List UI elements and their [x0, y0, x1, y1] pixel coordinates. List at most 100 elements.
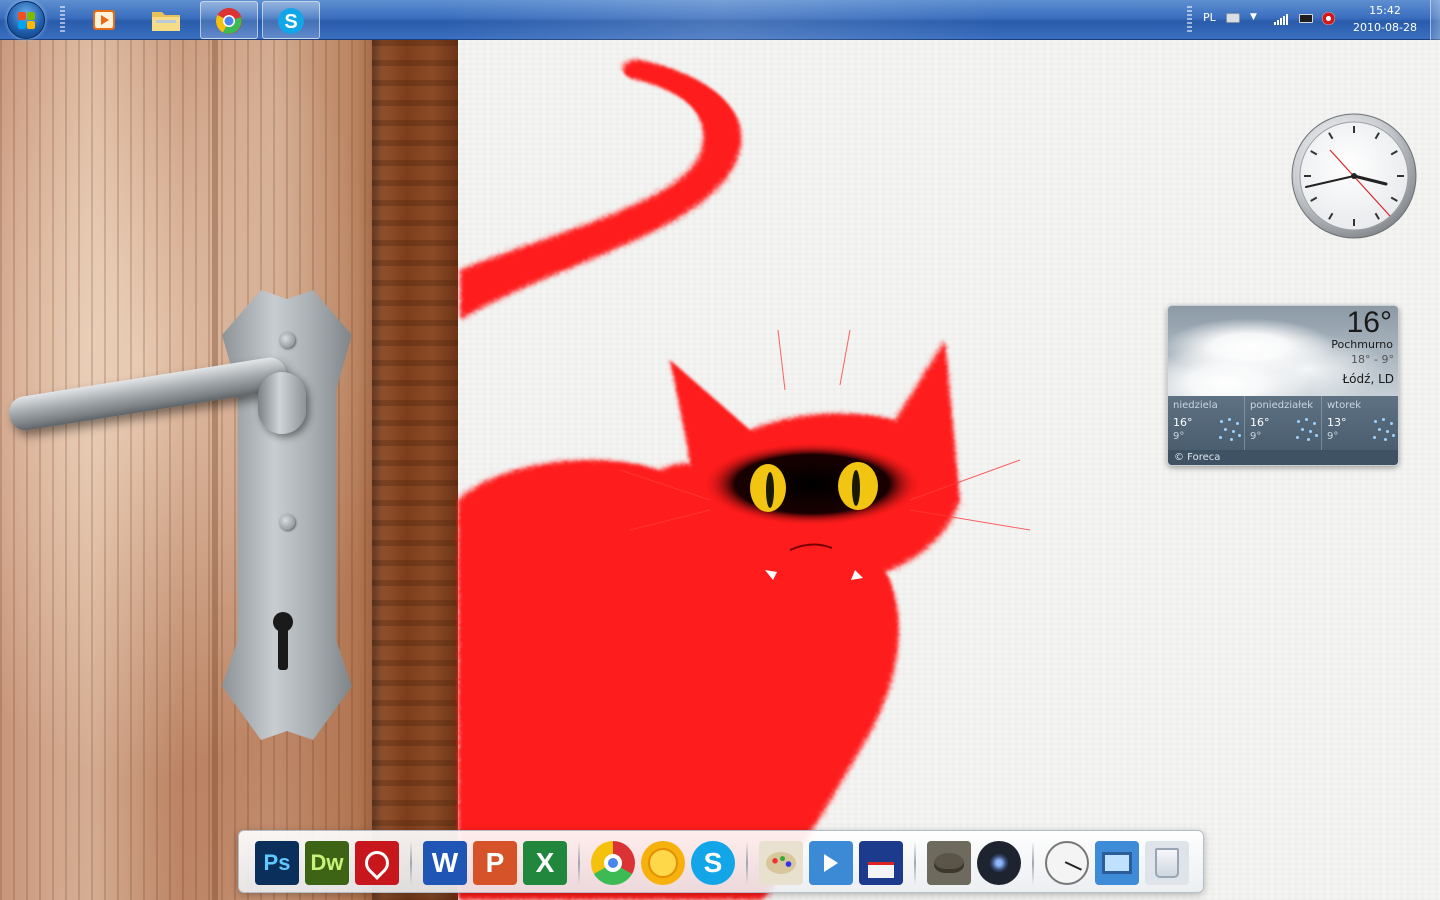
dock-item[interactable]: X	[521, 839, 569, 887]
forecast-low: 9°	[1250, 431, 1262, 442]
taskbar: S PL ▼ 15:42 2010-08-28	[0, 0, 1440, 40]
dock-item-label: S	[703, 847, 723, 878]
paint-palette-icon	[759, 841, 803, 885]
dock-item[interactable]	[757, 839, 805, 887]
folder-icon	[152, 12, 180, 31]
computer-icon	[1095, 841, 1139, 885]
dock-item[interactable]: W	[421, 839, 469, 887]
language-indicator[interactable]: PL	[1203, 11, 1216, 24]
current-temperature: 16°	[1346, 306, 1392, 339]
gimp-icon	[927, 841, 971, 885]
start-button[interactable]	[7, 1, 45, 39]
media-player-icon	[809, 841, 853, 885]
dock-separator	[746, 841, 748, 885]
clock-icon	[1045, 841, 1089, 885]
lock-screw	[279, 514, 295, 530]
forecast-high: 16°	[1173, 416, 1193, 429]
taskbar-app-media-player[interactable]	[76, 1, 132, 39]
dock-item[interactable]	[857, 839, 905, 887]
windows-logo-icon	[27, 12, 35, 20]
forecast-day-name: niedziela	[1173, 400, 1218, 411]
weather-footer: © Foreca	[1168, 450, 1398, 465]
temperature-range: 18° - 9°	[1351, 353, 1394, 366]
chrome-icon	[216, 8, 242, 34]
windows-logo-icon	[27, 21, 35, 29]
windows-logo-icon	[18, 12, 26, 20]
app-dock: Ps Dw W P X S	[238, 830, 1204, 893]
dock-item[interactable]	[1043, 839, 1091, 887]
recycle-bin-icon	[1145, 841, 1189, 885]
dock-item[interactable]	[1143, 839, 1191, 887]
forecast-low: 9°	[1327, 431, 1339, 442]
windows-logo-icon	[18, 21, 26, 29]
dreamweaver-icon: Dw	[305, 841, 349, 885]
door-plank-gap	[212, 0, 218, 900]
dock-item[interactable]: S	[689, 839, 737, 887]
dock-item-label: X	[535, 847, 555, 878]
dock-item[interactable]: Ps	[253, 839, 301, 887]
svg-text:S: S	[284, 11, 297, 33]
tray-grip[interactable]	[1187, 6, 1192, 34]
taskbar-clock-date[interactable]: 2010-08-28	[1350, 21, 1420, 34]
dock-item[interactable]	[639, 839, 687, 887]
dock-item-label: P	[485, 847, 505, 878]
dock-item[interactable]: Dw	[303, 839, 351, 887]
forecast-high: 16°	[1250, 416, 1270, 429]
forecast-high: 13°	[1327, 416, 1347, 429]
door-handle-base	[258, 372, 306, 434]
weather-location[interactable]: Łódź, LD	[1342, 372, 1394, 386]
network-signal-icon[interactable]	[1274, 13, 1290, 25]
word-icon: W	[423, 841, 467, 885]
dock-item[interactable]: P	[471, 839, 519, 887]
rain-icon	[1216, 416, 1242, 442]
acrobat-icon	[355, 841, 399, 885]
show-desktop-button[interactable]	[1430, 0, 1440, 40]
skype-icon: S	[691, 841, 735, 885]
red-cat-illustration	[458, 59, 1031, 900]
forecast-day-name: wtorek	[1327, 400, 1362, 411]
taskbar-app-skype[interactable]: S	[262, 1, 320, 39]
weather-gadget[interactable]: 16° Pochmurno 18° - 9° Łódź, LD niedziel…	[1167, 305, 1399, 466]
weather-provider-link[interactable]: © Foreca	[1174, 452, 1220, 463]
battery-icon[interactable]	[1299, 14, 1313, 23]
rain-icon	[1293, 416, 1319, 442]
taskbar-app-explorer[interactable]	[138, 1, 194, 39]
dock-separator	[578, 841, 580, 885]
chrome-icon	[591, 841, 635, 885]
weather-condition: Pochmurno	[1331, 338, 1393, 351]
dock-item-label: W	[431, 847, 459, 878]
dock-item[interactable]	[807, 839, 855, 887]
toolbar-grip[interactable]	[60, 6, 65, 34]
taskbar-clock-time[interactable]: 15:42	[1350, 4, 1420, 17]
media-player-icon	[93, 10, 115, 30]
dock-item[interactable]	[1093, 839, 1141, 887]
keyboard-icon[interactable]	[1226, 13, 1240, 23]
dock-separator	[410, 841, 412, 885]
forecast-day: poniedziałek 16° 9°	[1245, 396, 1322, 450]
forecast-day: wtorek 13° 9°	[1322, 396, 1398, 450]
forecast-day-name: poniedziałek	[1250, 400, 1314, 411]
dock-item[interactable]	[353, 839, 401, 887]
dock-item[interactable]	[975, 839, 1023, 887]
forecast-low: 9°	[1173, 431, 1185, 442]
webcam-icon	[977, 841, 1021, 885]
forecast-day: niedziela 16° 9°	[1168, 396, 1245, 450]
dock-item[interactable]	[589, 839, 637, 887]
clock-gadget[interactable]	[1290, 112, 1418, 240]
skype-icon: S	[278, 8, 304, 34]
dock-item[interactable]	[925, 839, 973, 887]
forecast-row: niedziela 16° 9° poniedziałek 16° 9° wto…	[1168, 396, 1398, 450]
taskbar-app-chrome[interactable]	[200, 1, 258, 39]
excel-icon: X	[523, 841, 567, 885]
rain-icon	[1370, 416, 1396, 442]
dock-separator	[914, 841, 916, 885]
powerpoint-icon: P	[473, 841, 517, 885]
dock-separator	[1032, 841, 1034, 885]
dock-item-label: Dw	[310, 850, 344, 875]
action-center-icon[interactable]	[1322, 12, 1335, 25]
show-hidden-icons-arrow[interactable]: ▼	[1250, 12, 1257, 22]
smiley-sun-icon	[641, 841, 685, 885]
lock-screw	[279, 332, 295, 348]
photoshop-icon: Ps	[255, 841, 299, 885]
keyhole	[270, 612, 296, 672]
